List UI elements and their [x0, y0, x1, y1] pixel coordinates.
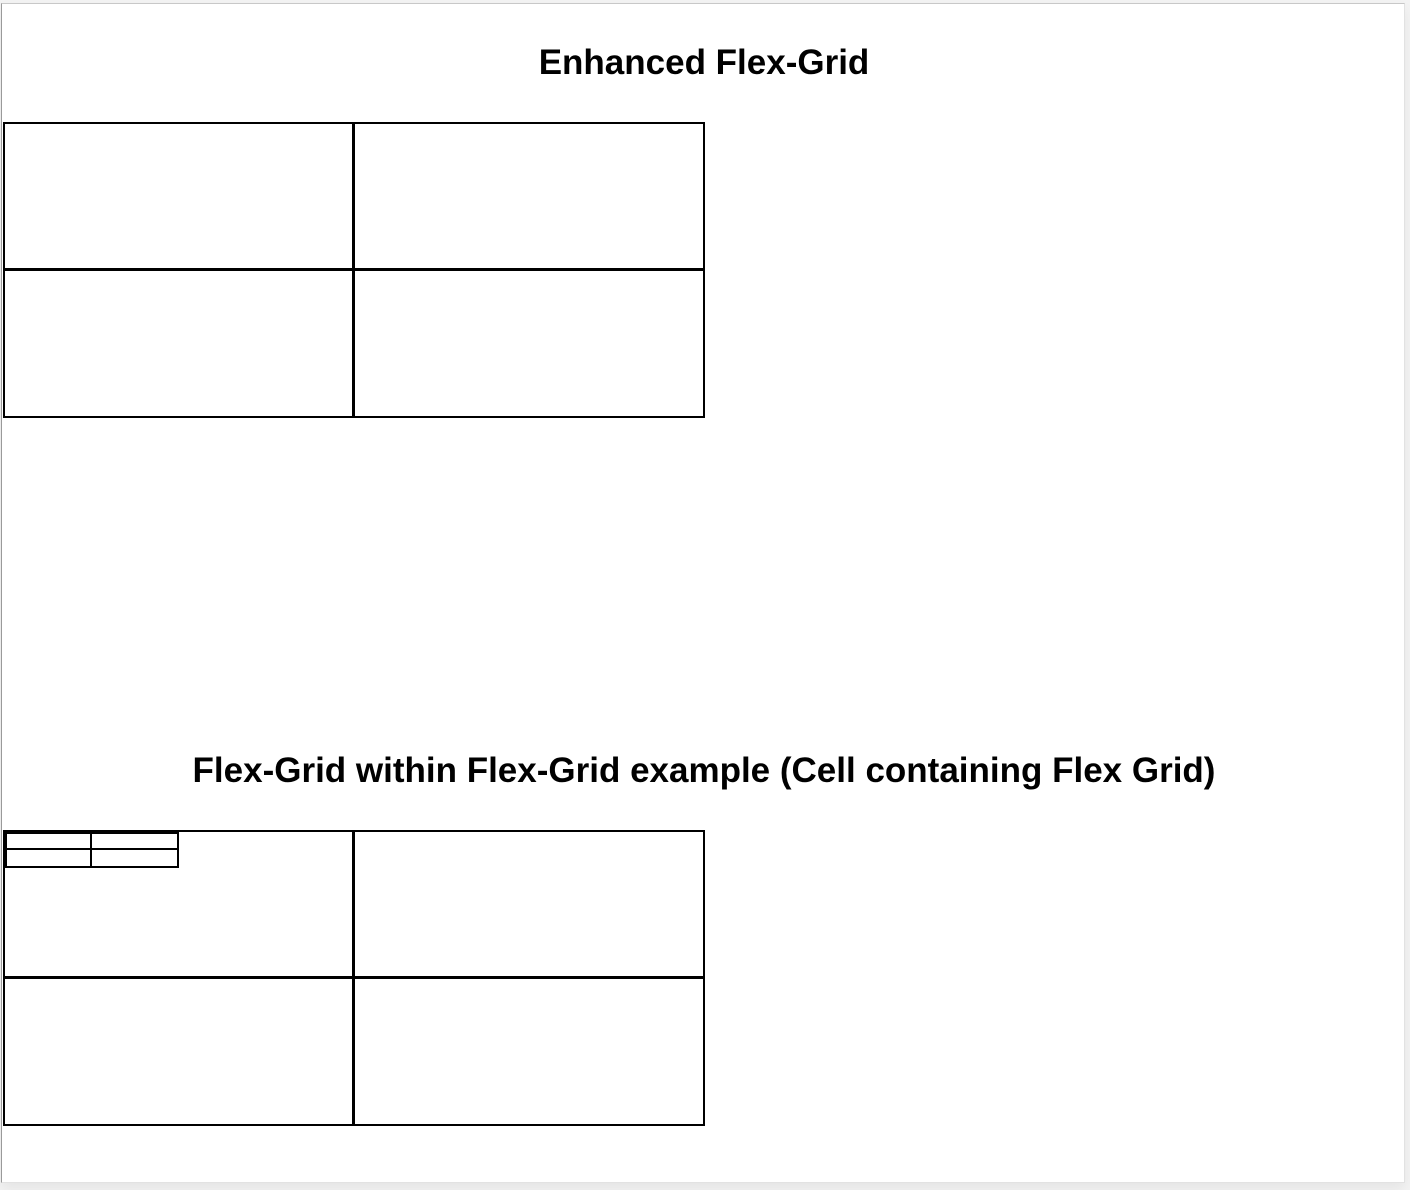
grid-cell — [354, 124, 703, 270]
grid-cell — [354, 270, 703, 416]
flex-grid-outer — [3, 830, 705, 1126]
section-title-nested-flex-grid: Flex-Grid within Flex-Grid example (Cell… — [192, 751, 1216, 790]
nested-grid-cell — [92, 850, 177, 866]
grid-cell — [354, 978, 703, 1124]
grid-cell — [354, 832, 703, 978]
grid-cell — [5, 124, 354, 270]
nested-grid-cell — [92, 834, 177, 850]
page: Enhanced Flex-Grid Flex-Grid within Flex… — [1, 3, 1405, 1183]
nested-grid-cell — [7, 834, 92, 850]
nested-grid-cell — [7, 850, 92, 866]
grid-cell — [5, 270, 354, 416]
grid-cell-with-nested-grid — [5, 832, 354, 978]
flex-grid — [3, 122, 705, 418]
page-title-enhanced-flex-grid: Enhanced Flex-Grid — [538, 43, 870, 82]
nested-flex-grid — [5, 832, 179, 868]
grid-cell — [5, 978, 354, 1124]
